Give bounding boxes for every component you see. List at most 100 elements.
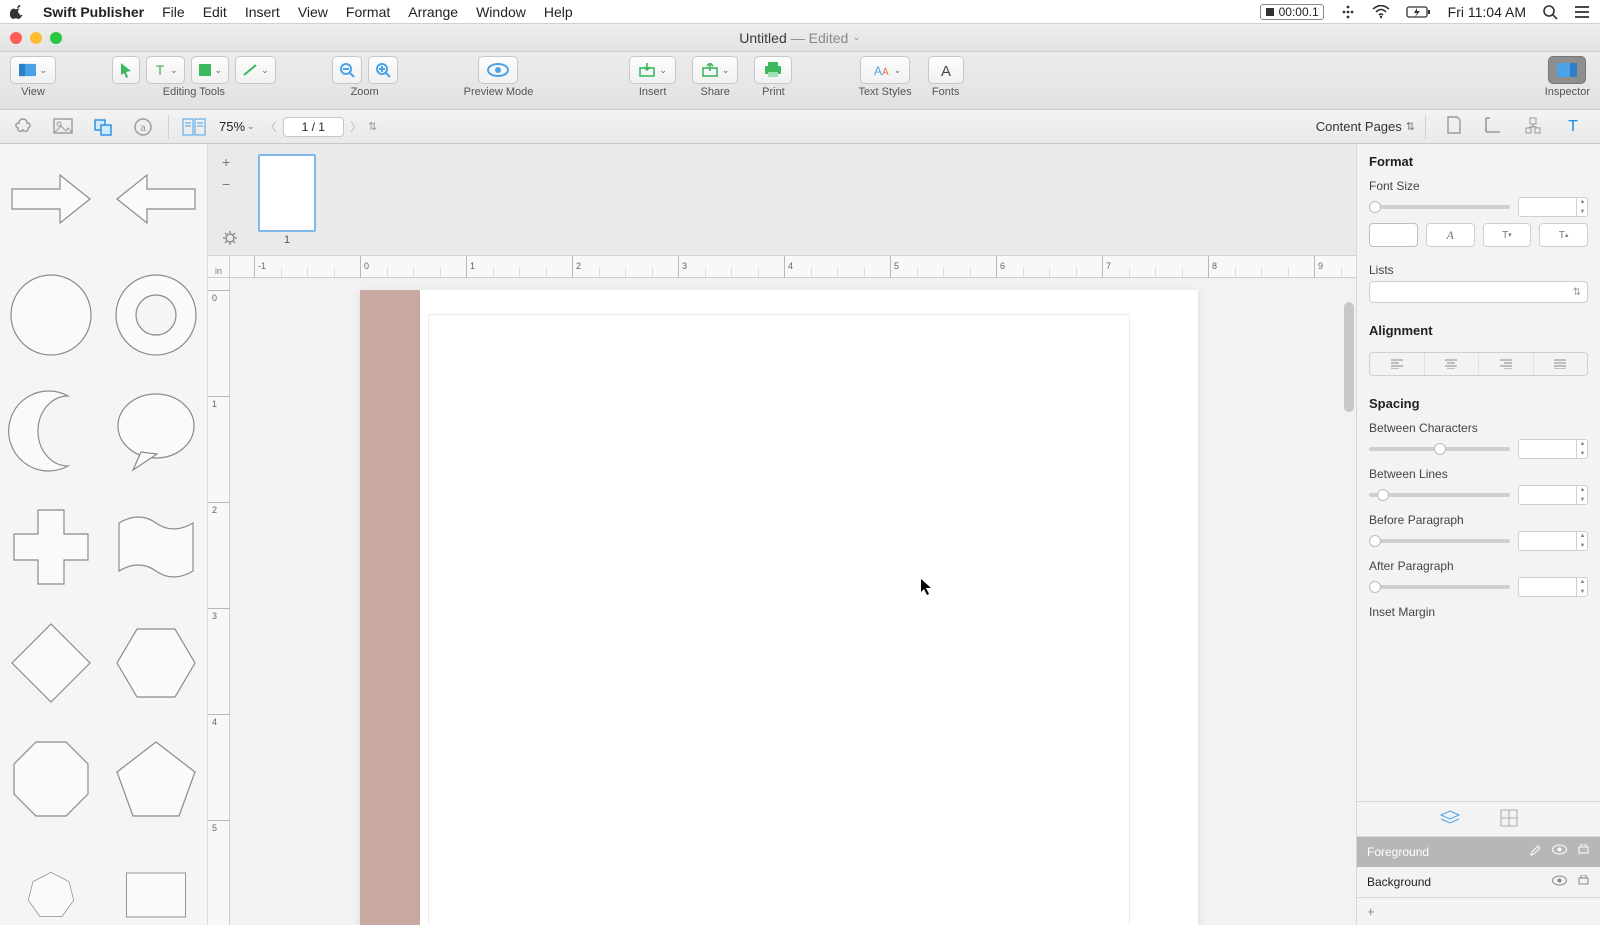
- menu-help[interactable]: Help: [544, 4, 573, 20]
- char-spacing-slider[interactable]: [1369, 447, 1510, 451]
- text-panel-icon[interactable]: T: [1564, 116, 1582, 137]
- align-justify-button[interactable]: [1534, 353, 1588, 375]
- layer-background[interactable]: Background: [1357, 867, 1600, 897]
- char-spacing-field[interactable]: ▲▼: [1518, 439, 1588, 459]
- after-para-field[interactable]: ▲▼: [1518, 577, 1588, 597]
- shape-rectangle[interactable]: [108, 846, 206, 925]
- text-tool-button[interactable]: T⌄: [146, 56, 185, 84]
- layer-print-icon[interactable]: [1577, 844, 1590, 860]
- menu-view[interactable]: View: [298, 4, 328, 20]
- page-indicator[interactable]: 1 / 1: [283, 117, 344, 137]
- share-button[interactable]: ⌄: [692, 56, 739, 84]
- shape-arrow-right[interactable]: [2, 150, 100, 248]
- larger-text-button[interactable]: T▴: [1539, 223, 1588, 247]
- layers-view-icon[interactable]: [1440, 810, 1460, 829]
- view-mode-button[interactable]: ⌄: [10, 56, 56, 84]
- text-styles-button[interactable]: AA⌄: [860, 56, 911, 84]
- text-tab-icon[interactable]: a: [128, 114, 158, 140]
- add-page-button[interactable]: +: [222, 154, 238, 170]
- print-button[interactable]: [754, 56, 792, 84]
- layer-edit-icon[interactable]: [1529, 844, 1542, 860]
- photos-tab-icon[interactable]: [48, 114, 78, 140]
- lists-dropdown[interactable]: ⇅: [1369, 281, 1588, 303]
- remove-page-button[interactable]: −: [222, 176, 238, 192]
- page-stepper-icon[interactable]: ⇅: [368, 120, 377, 133]
- before-para-slider[interactable]: [1369, 539, 1510, 543]
- wifi-icon[interactable]: [1372, 5, 1390, 19]
- selection-tool-button[interactable]: [112, 56, 140, 84]
- zoom-in-button[interactable]: [368, 56, 398, 84]
- document-panel-icon[interactable]: [1446, 116, 1462, 137]
- shape-wave-banner[interactable]: [108, 498, 206, 596]
- menu-arrange[interactable]: Arrange: [408, 4, 458, 20]
- page-options-button[interactable]: [222, 230, 238, 249]
- shape-speech-bubble[interactable]: [108, 382, 206, 480]
- spotlight-icon[interactable]: [1542, 4, 1558, 20]
- window-zoom-button[interactable]: [50, 32, 62, 44]
- prev-page-button[interactable]: 〈: [265, 118, 277, 135]
- shape-tool-button[interactable]: ⌄: [191, 56, 230, 84]
- grid-view-icon[interactable]: [1500, 809, 1518, 830]
- page-thumbnail-1[interactable]: 1: [256, 154, 318, 246]
- shape-donut[interactable]: [108, 266, 206, 364]
- fonts-button[interactable]: A: [928, 56, 964, 84]
- align-left-button[interactable]: [1370, 353, 1425, 375]
- shape-crescent[interactable]: [2, 382, 100, 480]
- menu-format[interactable]: Format: [346, 4, 390, 20]
- smaller-text-button[interactable]: T▾: [1483, 223, 1532, 247]
- shape-diamond[interactable]: [2, 614, 100, 712]
- line-spacing-field[interactable]: ▲▼: [1518, 485, 1588, 505]
- ruler-unit-label[interactable]: in: [208, 256, 230, 278]
- shape-octagon[interactable]: [2, 730, 100, 828]
- alignment-segmented-control[interactable]: [1369, 352, 1588, 376]
- after-para-slider[interactable]: [1369, 585, 1510, 589]
- inspector-toggle-button[interactable]: [1548, 56, 1586, 84]
- canvas-vertical-scrollbar[interactable]: [1344, 302, 1354, 923]
- window-minimize-button[interactable]: [30, 32, 42, 44]
- add-layer-button[interactable]: +: [1357, 897, 1600, 925]
- layer-foreground[interactable]: Foreground: [1357, 837, 1600, 867]
- zoom-level-dropdown[interactable]: 75%⌄: [219, 119, 255, 134]
- italic-button[interactable]: A: [1426, 223, 1475, 247]
- app-name[interactable]: Swift Publisher: [43, 4, 144, 20]
- line-tool-button[interactable]: ⌄: [235, 56, 276, 84]
- shape-arrow-left[interactable]: [108, 150, 206, 248]
- preview-mode-button[interactable]: [478, 56, 518, 84]
- next-page-button[interactable]: 〉: [350, 118, 362, 135]
- line-spacing-slider[interactable]: [1369, 493, 1510, 497]
- clock[interactable]: Fri 11:04 AM: [1448, 4, 1526, 20]
- facing-pages-icon[interactable]: [179, 114, 209, 140]
- menu-list-icon[interactable]: [1574, 5, 1590, 19]
- align-center-button[interactable]: [1425, 353, 1480, 375]
- appearance-panel-icon[interactable]: [1524, 116, 1542, 137]
- menu-edit[interactable]: Edit: [203, 4, 227, 20]
- text-color-button[interactable]: [1369, 223, 1418, 247]
- shape-cross[interactable]: [2, 498, 100, 596]
- shape-circle[interactable]: [2, 266, 100, 364]
- layer-print-icon[interactable]: [1577, 875, 1590, 890]
- zoom-out-button[interactable]: [332, 56, 362, 84]
- insert-button[interactable]: ⌄: [629, 56, 676, 84]
- horizontal-ruler[interactable]: -10123456789: [230, 256, 1356, 278]
- battery-icon[interactable]: [1406, 5, 1432, 19]
- vertical-ruler[interactable]: 0123456: [208, 278, 230, 925]
- shape-heptagon[interactable]: [2, 846, 100, 925]
- shape-pentagon[interactable]: [108, 730, 206, 828]
- screen-recorder-indicator[interactable]: 00:00.1: [1260, 4, 1324, 20]
- layer-visible-icon[interactable]: [1552, 844, 1567, 860]
- window-close-button[interactable]: [10, 32, 22, 44]
- menu-extra-icon[interactable]: [1340, 4, 1356, 20]
- font-size-field[interactable]: ▲▼: [1518, 197, 1588, 217]
- menu-window[interactable]: Window: [476, 4, 526, 20]
- geometry-panel-icon[interactable]: [1484, 116, 1502, 137]
- menu-file[interactable]: File: [162, 4, 185, 20]
- window-title[interactable]: Untitled — Edited ⌄: [739, 30, 860, 46]
- layer-visible-icon[interactable]: [1552, 875, 1567, 890]
- shapes-tab-icon[interactable]: [88, 114, 118, 140]
- document-page[interactable]: [360, 290, 1198, 925]
- clipart-tab-icon[interactable]: [8, 114, 38, 140]
- shape-hexagon[interactable]: [108, 614, 206, 712]
- content-pages-dropdown[interactable]: Content Pages ⇅: [1316, 119, 1415, 134]
- apple-menu-icon[interactable]: [10, 4, 25, 19]
- font-size-slider[interactable]: [1369, 205, 1510, 209]
